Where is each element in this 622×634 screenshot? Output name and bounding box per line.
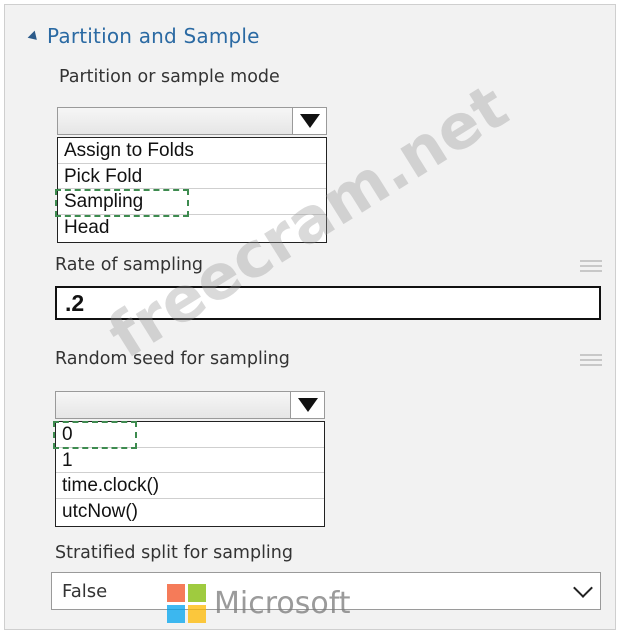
dropdown-arrow-button[interactable]: [290, 392, 324, 418]
option-head[interactable]: Head: [58, 215, 326, 241]
rate-of-sampling-input[interactable]: .2: [55, 286, 601, 320]
option-time-clock[interactable]: time.clock(): [56, 473, 324, 499]
partition-mode-dropdown[interactable]: [57, 107, 327, 135]
random-seed-label: Random seed for sampling: [55, 349, 290, 369]
option-seed-1[interactable]: 1: [56, 448, 324, 473]
triangle-down-icon: [297, 398, 318, 412]
option-seed-0[interactable]: 0: [56, 422, 324, 448]
random-seed-dropdown[interactable]: [55, 391, 325, 419]
option-pick-fold[interactable]: Pick Fold: [58, 164, 326, 189]
partition-mode-options: Assign to Folds Pick Fold Sampling Head: [57, 137, 327, 243]
panel-title: Partition and Sample: [47, 24, 260, 48]
collapse-triangle-icon[interactable]: [27, 30, 41, 44]
parameter-options-icon[interactable]: [580, 351, 602, 367]
microsoft-watermark: Microsoft: [167, 584, 351, 623]
stratified-split-value: False: [62, 581, 108, 602]
random-seed-options: 0 1 time.clock() utcNow(): [55, 421, 325, 527]
parameter-options-icon[interactable]: [580, 257, 602, 273]
partition-mode-label: Partition or sample mode: [59, 67, 280, 87]
partition-sample-panel: Partition and Sample Partition or sample…: [4, 4, 616, 630]
microsoft-logo-icon: [167, 584, 206, 623]
rate-of-sampling-label: Rate of sampling: [55, 255, 204, 275]
microsoft-wordmark: Microsoft: [214, 586, 351, 621]
option-utcnow[interactable]: utcNow(): [56, 499, 324, 525]
option-sampling[interactable]: Sampling: [58, 189, 326, 215]
option-assign-to-folds[interactable]: Assign to Folds: [58, 138, 326, 164]
triangle-down-icon: [299, 114, 320, 128]
chevron-down-icon: [573, 578, 593, 598]
dropdown-arrow-button[interactable]: [292, 108, 326, 134]
panel-header[interactable]: Partition and Sample: [27, 23, 260, 49]
stratified-split-label: Stratified split for sampling: [55, 543, 293, 563]
